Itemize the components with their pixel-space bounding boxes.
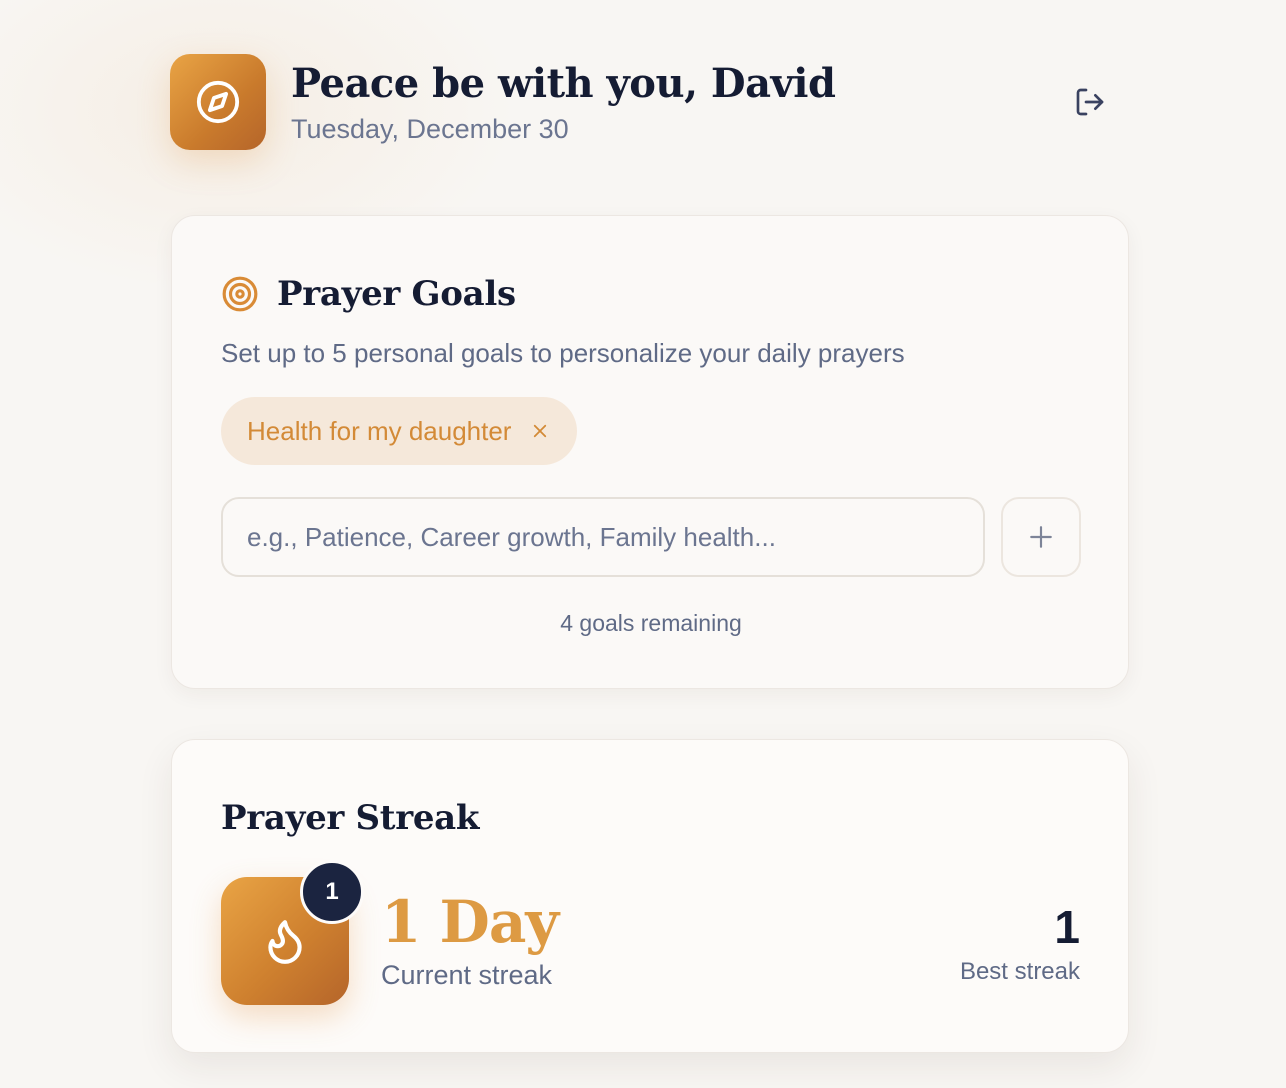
target-icon — [222, 276, 258, 312]
prayer-goals-title: Prayer Goals — [277, 274, 516, 314]
close-icon — [534, 424, 547, 438]
prayer-goals-header: Prayer Goals — [221, 274, 516, 314]
goal-input[interactable] — [221, 497, 985, 577]
flame-icon — [268, 920, 302, 964]
goal-chip: Health for my daughter — [221, 397, 578, 465]
greeting-title: Peace be with you, David — [291, 60, 836, 107]
logout-icon — [1076, 88, 1104, 116]
prayer-goals-card: Prayer Goals Set up to 5 personal goals … — [171, 215, 1129, 689]
goal-chip-label: Health for my daughter — [247, 415, 512, 446]
current-date: Tuesday, December 30 — [291, 114, 569, 144]
current-streak-value: 1 Day — [381, 888, 559, 956]
header: Peace be with you, David Tuesday, Decemb… — [170, 54, 1110, 150]
prayer-goals-subtitle: Set up to 5 personal goals to personaliz… — [221, 338, 905, 368]
streak-badge: 1 — [300, 860, 364, 924]
app-logo — [170, 54, 266, 150]
prayer-streak-card: Prayer Streak 1 1 Day Current streak 1 B… — [171, 739, 1129, 1053]
remove-goal-button[interactable] — [531, 422, 549, 440]
current-streak-label: Current streak — [381, 960, 553, 990]
plus-icon — [1030, 526, 1052, 548]
add-goal-button[interactable] — [1001, 497, 1081, 577]
prayer-streak-title: Prayer Streak — [221, 798, 480, 838]
best-streak-label: Best streak — [959, 958, 1080, 985]
goals-remaining-text: 4 goals remaining — [560, 610, 742, 636]
logout-button[interactable] — [1072, 84, 1108, 120]
best-streak-value: 1 — [1054, 901, 1080, 953]
compass-icon — [196, 80, 240, 124]
